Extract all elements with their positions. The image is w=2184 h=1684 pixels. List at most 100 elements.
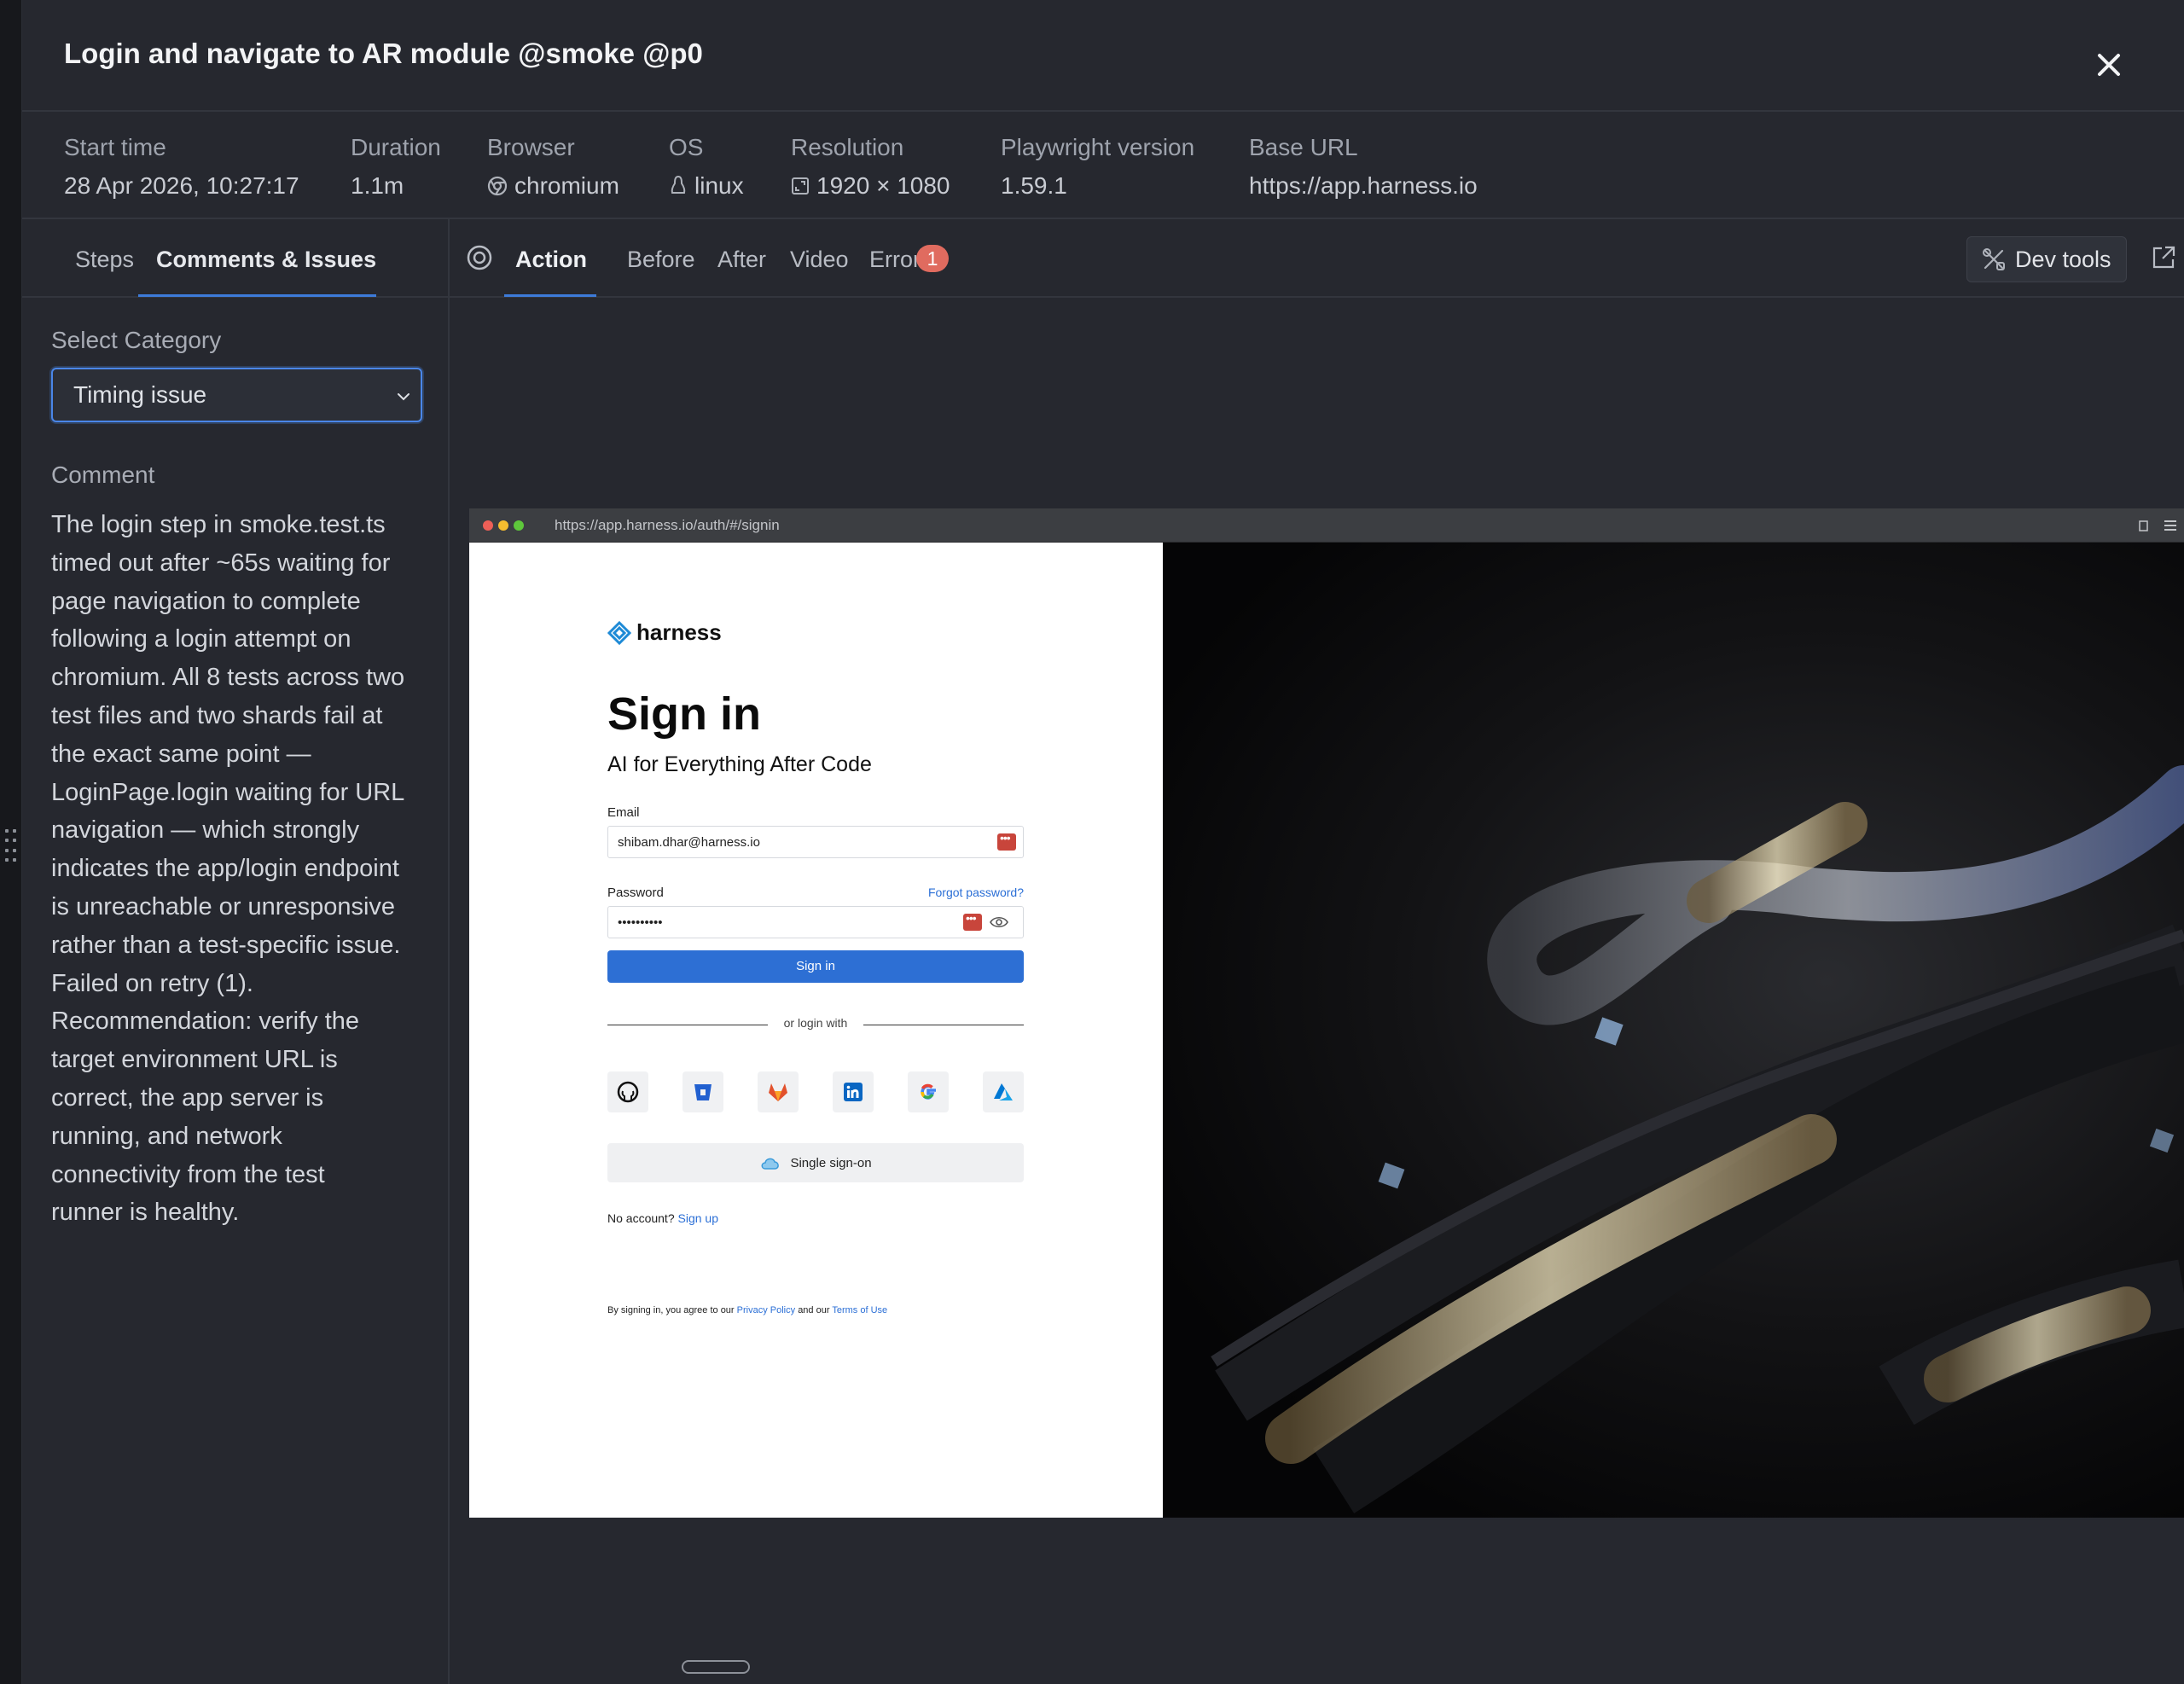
meta-label: Start time <box>64 134 166 160</box>
bitbucket-login-button <box>682 1071 723 1112</box>
drag-handle-icon[interactable] <box>5 829 17 863</box>
meta-start-time: Start time 28 Apr 2026, 10:27:17 <box>64 134 299 200</box>
pick-locator-icon[interactable] <box>465 243 494 272</box>
external-link-icon[interactable] <box>2151 245 2176 270</box>
comment-line: navigation — which strongly <box>51 816 360 845</box>
password-value: •••••••••• <box>618 915 663 930</box>
tab-after[interactable]: After <box>717 247 766 273</box>
tab-action[interactable]: Action <box>515 247 587 273</box>
meta-label: Duration <box>351 134 441 160</box>
meta-playwright-version: Playwright version 1.59.1 <box>1001 134 1194 200</box>
category-select-value: Timing issue <box>73 381 207 408</box>
gitlab-login-button <box>758 1071 799 1112</box>
close-button[interactable] <box>2092 48 2126 82</box>
sso-label: Single sign-on <box>790 1155 872 1170</box>
comment-label: Comment <box>51 462 155 488</box>
azure-icon <box>994 1083 1013 1100</box>
comment-line: the exact same point — <box>51 740 311 768</box>
meta-value: 1920 × 1080 <box>816 172 950 199</box>
tab-before[interactable]: Before <box>627 247 695 273</box>
select-category-label: Select Category <box>51 327 222 353</box>
menu-icon <box>2164 520 2176 531</box>
meta-duration: Duration 1.1m <box>351 134 441 200</box>
sidebar-tabs: Steps Comments & Issues <box>22 219 448 298</box>
eye-icon <box>990 916 1008 928</box>
test-title: Login and navigate to AR module @smoke @… <box>64 38 703 69</box>
active-tab-indicator <box>504 294 596 297</box>
signin-page: harness Sign in AI for Everything After … <box>469 543 1163 1518</box>
meta-browser: Browser chromium <box>487 134 619 200</box>
window-maximize-dot <box>514 520 524 531</box>
comment-line: indicates the app/login endpoint <box>51 855 399 883</box>
error-count-badge: 1 <box>916 245 949 272</box>
browser-chrome: https://app.harness.io/auth/#/signin <box>469 508 2184 543</box>
meta-value[interactable]: https://app.harness.io <box>1249 172 1478 200</box>
chromium-icon <box>487 176 508 196</box>
meta-resolution: Resolution 1920 × 1080 <box>791 134 950 200</box>
terms-prefix: By signing in, you agree to our <box>607 1305 735 1315</box>
window-minimize-dot <box>498 520 508 531</box>
github-icon <box>617 1081 639 1103</box>
comment-line: rather than a test-specific issue. <box>51 931 401 959</box>
password-label: Password <box>607 886 664 900</box>
comment-text: The login step in smoke.test.ts timed ou… <box>51 506 435 1232</box>
or-login-with: or login with <box>783 1016 848 1030</box>
filmstrip-scroll-handle[interactable] <box>682 1660 750 1674</box>
meta-value: 28 Apr 2026, 10:27:17 <box>64 172 299 199</box>
meta-label: Playwright version <box>1001 134 1195 160</box>
forgot-password-link: Forgot password? <box>927 886 1024 899</box>
test-metadata: Start time 28 Apr 2026, 10:27:17 Duratio… <box>22 112 2184 219</box>
chevron-down-icon <box>398 393 410 401</box>
harness-logo-icon <box>607 620 631 645</box>
comment-line: runner is healthy. <box>51 1199 240 1227</box>
meta-label: OS <box>669 134 704 160</box>
hero-image <box>1163 543 2184 1518</box>
comment-line: target environment URL is <box>51 1046 338 1074</box>
close-icon <box>2098 54 2120 76</box>
comment-line: LoginPage.login waiting for URL <box>51 778 405 806</box>
password-manager-icon <box>997 831 1016 851</box>
comment-line: correct, the app server is <box>51 1083 324 1112</box>
left-edge-strip <box>0 0 22 1684</box>
no-account-text: No account? Sign up <box>607 1211 718 1225</box>
dev-tools-label: Dev tools <box>2015 246 2111 272</box>
trace-viewer: Action Before After Video Errors 1 Dev t… <box>450 219 2184 1684</box>
linux-icon <box>671 175 686 194</box>
comment-line: Recommendation: verify the <box>51 1007 360 1036</box>
meta-value: chromium <box>514 172 619 199</box>
meta-label: Resolution <box>791 134 904 160</box>
comment-line: timed out after ~65s waiting for <box>51 549 391 577</box>
google-icon <box>921 1083 936 1100</box>
terms-mid: and our <box>798 1305 830 1315</box>
category-select[interactable]: Timing issue <box>51 368 422 422</box>
meta-value: 1.59.1 <box>1001 172 1067 199</box>
signup-link: Sign up <box>677 1211 718 1225</box>
comment-line: The login step in smoke.test.ts <box>51 511 386 538</box>
dev-tools-button[interactable]: Dev tools <box>1966 236 2127 282</box>
cloud-icon <box>761 1158 780 1170</box>
comment-line: running, and network <box>51 1122 282 1150</box>
harness-logo: harness <box>607 619 722 646</box>
comment-line: test files and two shards fail at <box>51 701 383 729</box>
screenshot-preview: https://app.harness.io/auth/#/signin har… <box>469 508 2184 1518</box>
terms-text: By signing in, you agree to our Privacy … <box>607 1305 887 1315</box>
active-tab-indicator <box>138 294 376 297</box>
tab-comments-issues[interactable]: Comments & Issues <box>156 247 376 273</box>
meta-os: OS linux <box>669 134 744 200</box>
terms-of-use-link: Terms of Use <box>832 1305 888 1315</box>
meta-label: Base URL <box>1249 134 1358 160</box>
comment-line: connectivity from the test <box>51 1160 325 1188</box>
azure-login-button <box>983 1071 1024 1112</box>
comments-sidebar: Steps Comments & Issues Select Category … <box>22 219 450 1684</box>
signin-button: Sign in <box>607 950 1024 983</box>
tab-steps[interactable]: Steps <box>75 247 134 273</box>
email-label: Email <box>607 805 640 820</box>
github-login-button <box>607 1071 648 1112</box>
tab-video[interactable]: Video <box>790 247 849 273</box>
hero-artwork <box>1211 765 2184 1513</box>
comment-line: chromium. All 8 tests across two <box>51 664 405 692</box>
password-manager-icon <box>963 911 982 931</box>
gitlab-icon <box>769 1083 787 1101</box>
linkedin-icon <box>844 1083 863 1101</box>
comment-line: page navigation to complete <box>51 587 361 615</box>
